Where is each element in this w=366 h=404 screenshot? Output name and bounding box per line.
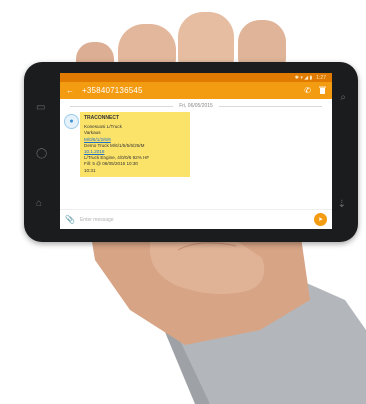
smartphone: ▭ ◯ ⌂ ⌕ ⇣ ✱ ▾ ◢ ▮ 1:27 ← +358407136545 ✆… bbox=[24, 62, 358, 242]
message-input[interactable]: Enter message bbox=[80, 217, 309, 223]
message-sender: TRACONNECT bbox=[84, 115, 119, 121]
search-key-icon[interactable]: ⌕ bbox=[340, 92, 346, 103]
menu-icon[interactable]: ▭ bbox=[36, 102, 45, 113]
recents-key-icon[interactable]: ⇣ bbox=[338, 199, 346, 210]
attach-icon[interactable]: 📎 bbox=[65, 215, 75, 224]
message-bubble[interactable]: TRACONNECT Konesuosi L/Truck Varkaus M/0… bbox=[80, 112, 190, 177]
app-bar: ← +358407136545 ✆ bbox=[60, 82, 332, 99]
message-time: 10:31 bbox=[84, 167, 96, 173]
status-bar: ✱ ▾ ◢ ▮ 1:27 bbox=[60, 73, 332, 82]
home-button[interactable]: ◯ bbox=[36, 148, 47, 159]
message-composer: 📎 Enter message ➤ bbox=[60, 209, 332, 229]
back-arrow-icon[interactable]: ← bbox=[66, 86, 74, 95]
date-divider: Fri, 06/05/2015 bbox=[70, 103, 323, 109]
back-key-icon[interactable]: ⌂ bbox=[36, 198, 42, 209]
status-icons: ✱ ▾ ◢ ▮ bbox=[294, 74, 313, 81]
delete-icon[interactable] bbox=[319, 86, 326, 96]
conversation-title: +358407136545 bbox=[82, 86, 143, 95]
status-time: 1:27 bbox=[316, 74, 326, 81]
phone-call-icon[interactable]: ✆ bbox=[304, 86, 311, 95]
contact-avatar-icon[interactable]: ● bbox=[64, 114, 79, 129]
thread-date: Fri, 06/05/2015 bbox=[179, 103, 213, 109]
phone-screen: ✱ ▾ ◢ ▮ 1:27 ← +358407136545 ✆ Fri, 06/0… bbox=[60, 73, 332, 229]
send-button-icon[interactable]: ➤ bbox=[314, 213, 327, 226]
message-thread: ● TRACONNECT Konesuosi L/Truck Varkaus M… bbox=[60, 112, 332, 208]
